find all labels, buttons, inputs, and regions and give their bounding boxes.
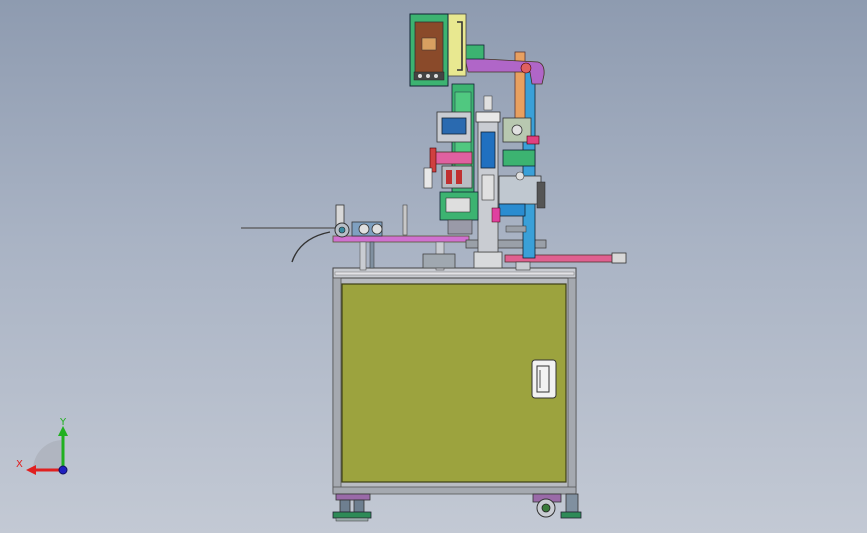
vertical-column — [475, 111, 501, 253]
table-plate — [332, 235, 547, 271]
cad-viewport[interactable]: X Y — [0, 0, 867, 533]
purple-arm — [461, 44, 545, 85]
machine-cabinet — [332, 267, 577, 495]
door-handle — [531, 359, 557, 399]
caster-wheel — [532, 493, 562, 518]
top-bracket — [445, 13, 467, 77]
motor-box — [409, 13, 449, 87]
feed-wire — [241, 224, 342, 263]
machine-feet — [332, 493, 582, 522]
press-head — [423, 111, 479, 235]
machine-assembly-model[interactable] — [0, 0, 867, 533]
